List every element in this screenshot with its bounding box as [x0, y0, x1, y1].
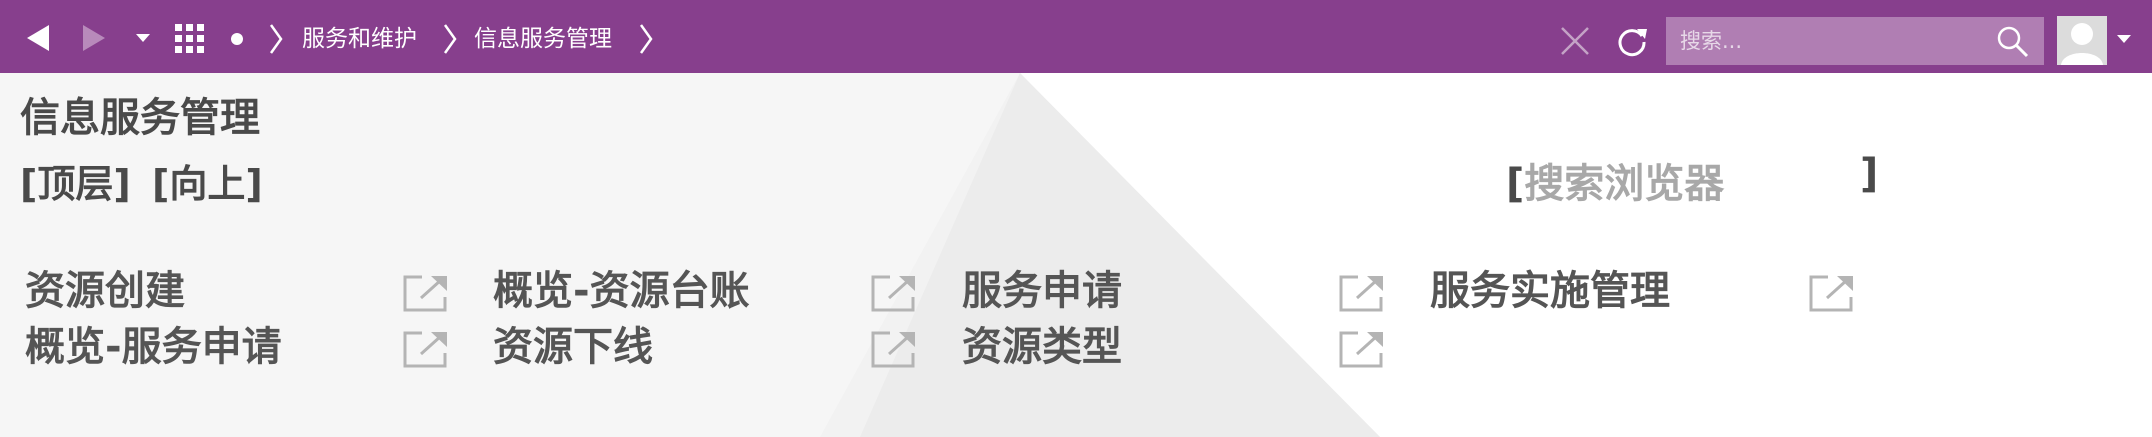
breadcrumb-separator-icon — [266, 22, 286, 56]
page-title: 信息服务管理 — [20, 95, 260, 141]
item-label[interactable]: 资源下线 — [493, 321, 653, 373]
item-label[interactable]: 服务实施管理 — [1430, 265, 1670, 317]
refresh-icon[interactable] — [1614, 22, 1650, 58]
list-item: 资源类型 — [962, 321, 1392, 373]
search-input[interactable] — [1678, 28, 1982, 54]
list-item: 资源下线 — [493, 321, 923, 373]
list-item: 概览-资源台账 — [493, 265, 923, 317]
home-dot-icon[interactable] — [228, 30, 246, 48]
user-avatar[interactable] — [2057, 16, 2107, 65]
search-browser-input[interactable]: 搜索浏览器 — [1524, 161, 1724, 207]
top-navigation-bar: 服务和维护 信息服务管理 — [0, 0, 2152, 73]
search-browser: [搜索浏览器 — [1506, 151, 1724, 209]
search-box — [1666, 17, 2044, 65]
external-link-icon[interactable] — [1338, 273, 1384, 313]
search-icon[interactable] — [1996, 25, 2030, 63]
breadcrumb-item-service-maintenance[interactable]: 服务和维护 — [302, 0, 417, 73]
external-link-icon[interactable] — [870, 329, 916, 369]
list-item: 服务实施管理 — [1430, 265, 1860, 317]
forward-arrow-icon[interactable] — [78, 20, 110, 56]
external-link-icon[interactable] — [402, 273, 448, 313]
nav-up-link[interactable]: [向上] — [152, 153, 263, 208]
apps-grid-icon[interactable] — [173, 22, 207, 56]
item-label[interactable]: 资源创建 — [25, 265, 185, 317]
item-label[interactable]: 概览-资源台账 — [493, 265, 750, 317]
list-item: 资源创建 — [25, 265, 455, 317]
list-item: 概览-服务申请 — [25, 321, 455, 373]
item-label[interactable]: 概览-服务申请 — [25, 321, 282, 373]
list-item: 服务申请 — [962, 265, 1392, 317]
breadcrumb-item-info-service-management[interactable]: 信息服务管理 — [474, 0, 612, 73]
main-content: 信息服务管理 [顶层] [向上] [搜索浏览器 ] 资源创建 概览-资源台账 服… — [0, 73, 2152, 437]
item-label[interactable]: 服务申请 — [962, 265, 1122, 317]
external-link-icon[interactable] — [870, 273, 916, 313]
search-browser-close-bracket: ] — [1860, 151, 1879, 197]
chevron-down-icon[interactable] — [132, 30, 154, 46]
close-icon[interactable] — [1558, 24, 1592, 58]
external-link-icon[interactable] — [1808, 273, 1854, 313]
breadcrumb-separator-icon — [636, 22, 656, 56]
back-arrow-icon[interactable] — [22, 20, 54, 56]
nav-top-link[interactable]: [顶层] — [20, 153, 131, 208]
breadcrumb-separator-icon — [440, 22, 460, 56]
user-menu-chevron-down-icon[interactable] — [2114, 32, 2134, 46]
external-link-icon[interactable] — [1338, 329, 1384, 369]
item-label[interactable]: 资源类型 — [962, 321, 1122, 373]
search-browser-open-bracket: [ — [1506, 161, 1525, 207]
external-link-icon[interactable] — [402, 329, 448, 369]
